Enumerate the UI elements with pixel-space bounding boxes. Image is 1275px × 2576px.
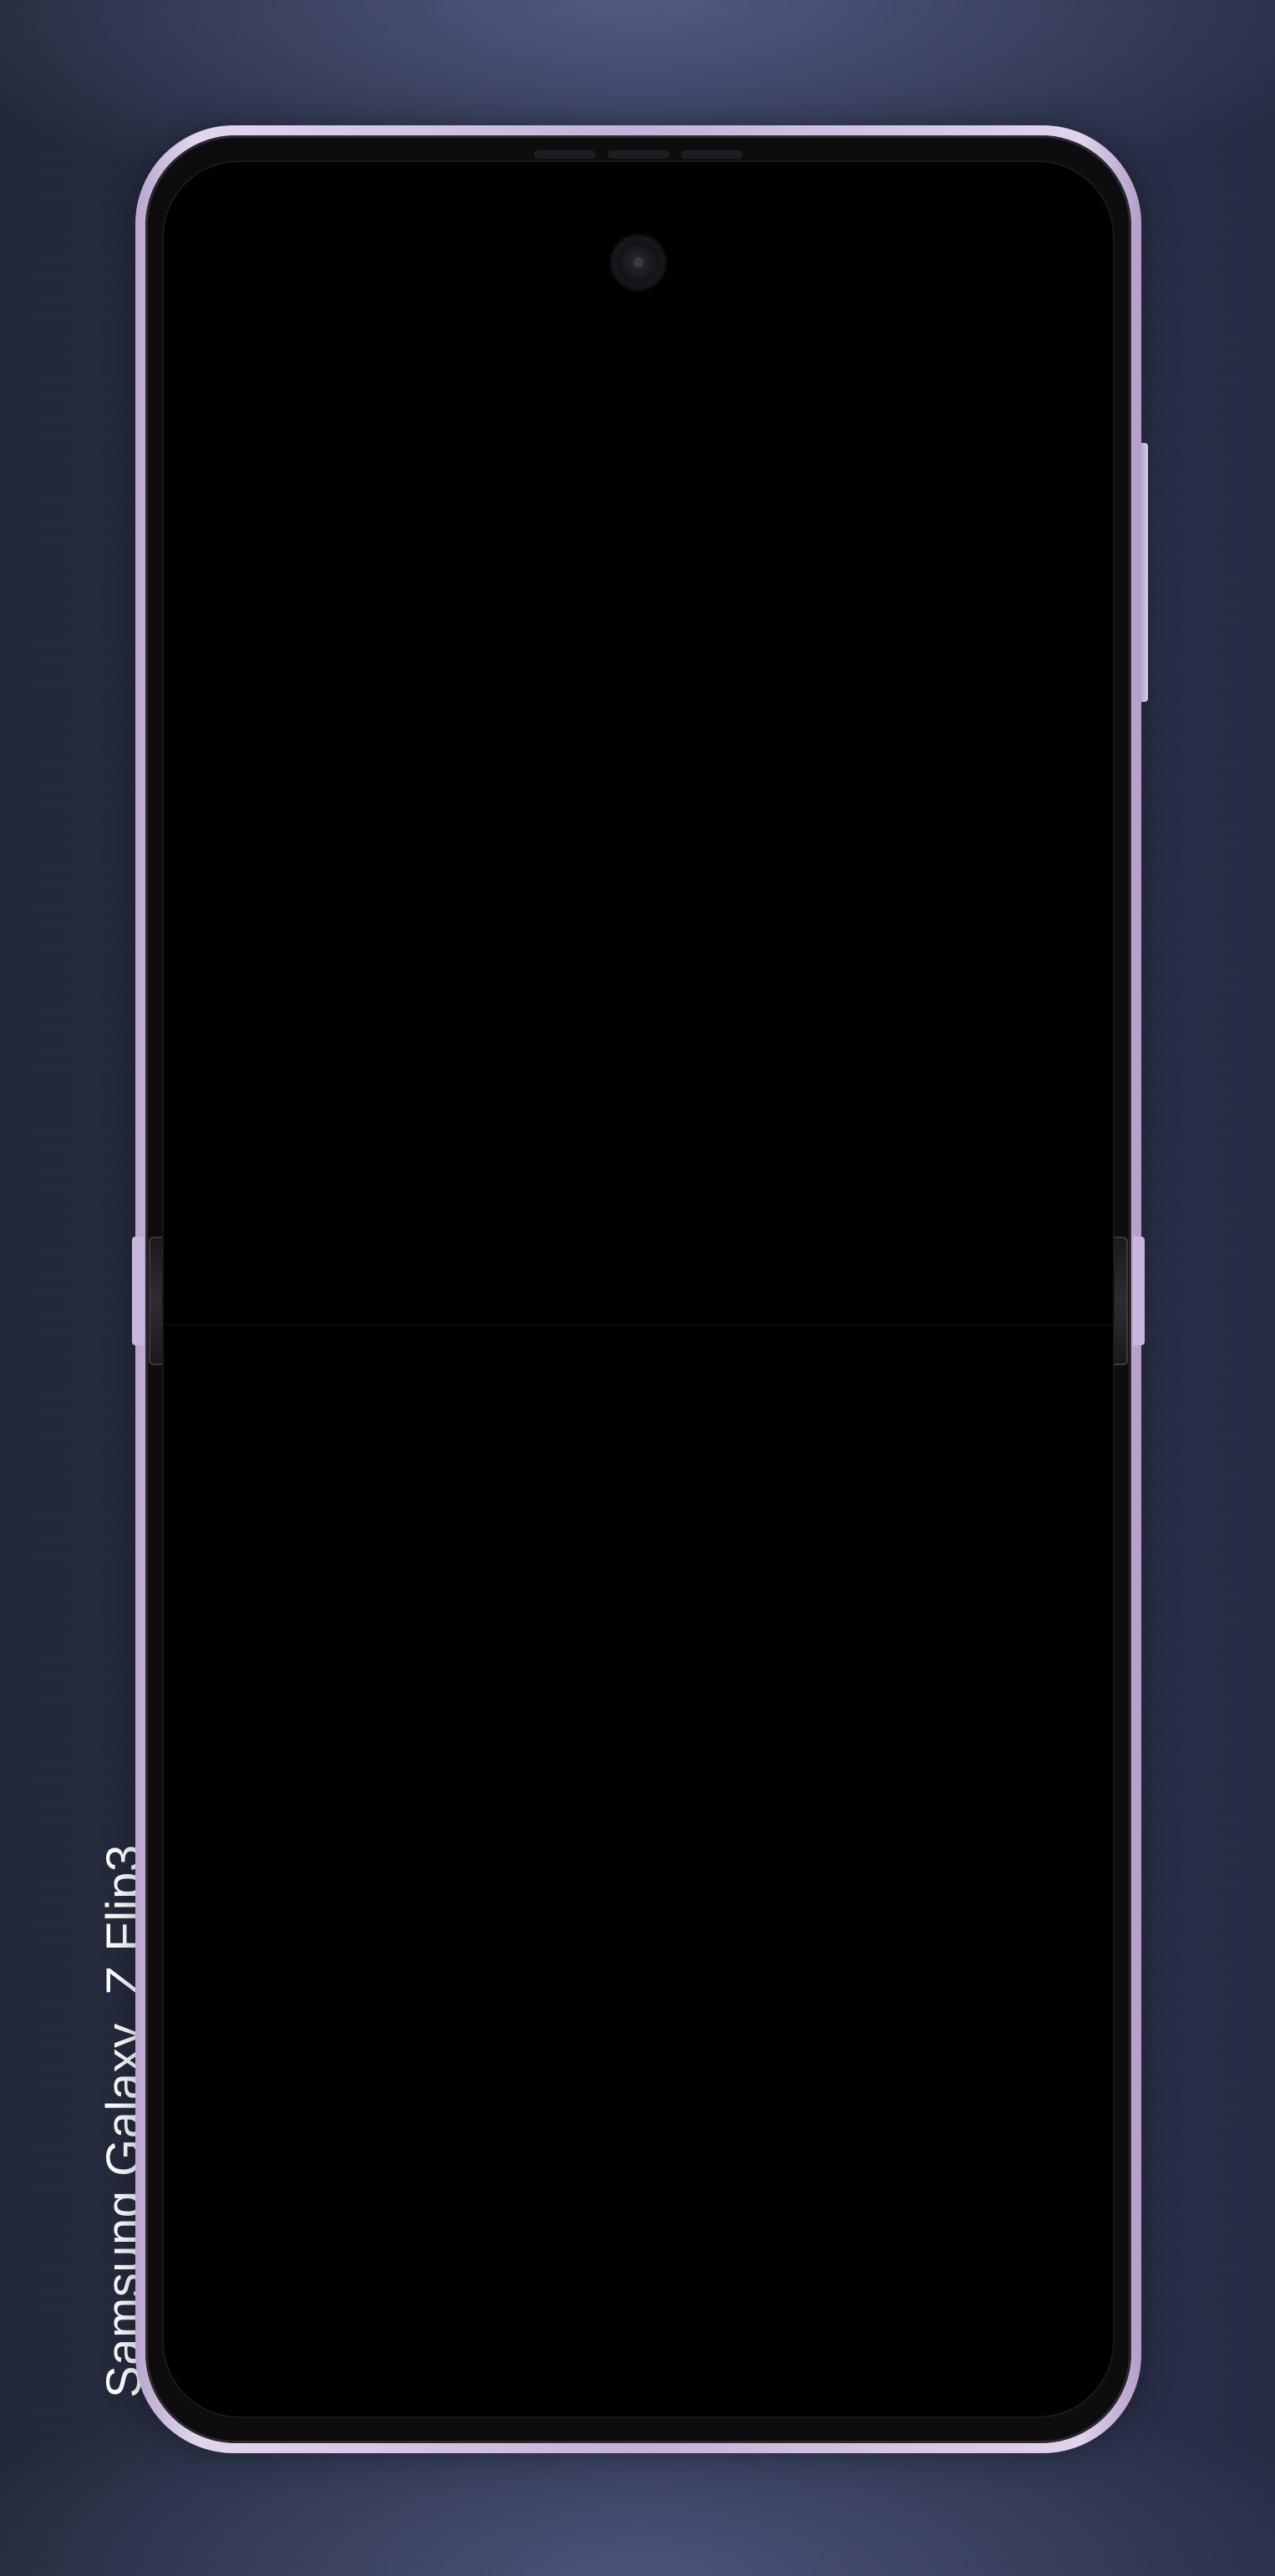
speaker-slot xyxy=(607,150,669,159)
hinge-outer-left xyxy=(132,1237,144,1345)
phone-screen[interactable] xyxy=(162,160,1115,2418)
side-button xyxy=(1141,443,1148,702)
speaker-slot xyxy=(681,150,743,159)
fold-line xyxy=(162,1324,1115,1326)
mockup-stage: Samsung Galaxy Z Flip3 xyxy=(0,0,1275,2576)
hinge-outer-right xyxy=(1133,1237,1145,1345)
phone-frame xyxy=(132,125,1148,2453)
phone-bezel xyxy=(145,135,1131,2443)
speaker-grille xyxy=(534,150,743,159)
speaker-slot xyxy=(534,150,596,159)
front-camera-icon xyxy=(612,236,665,289)
